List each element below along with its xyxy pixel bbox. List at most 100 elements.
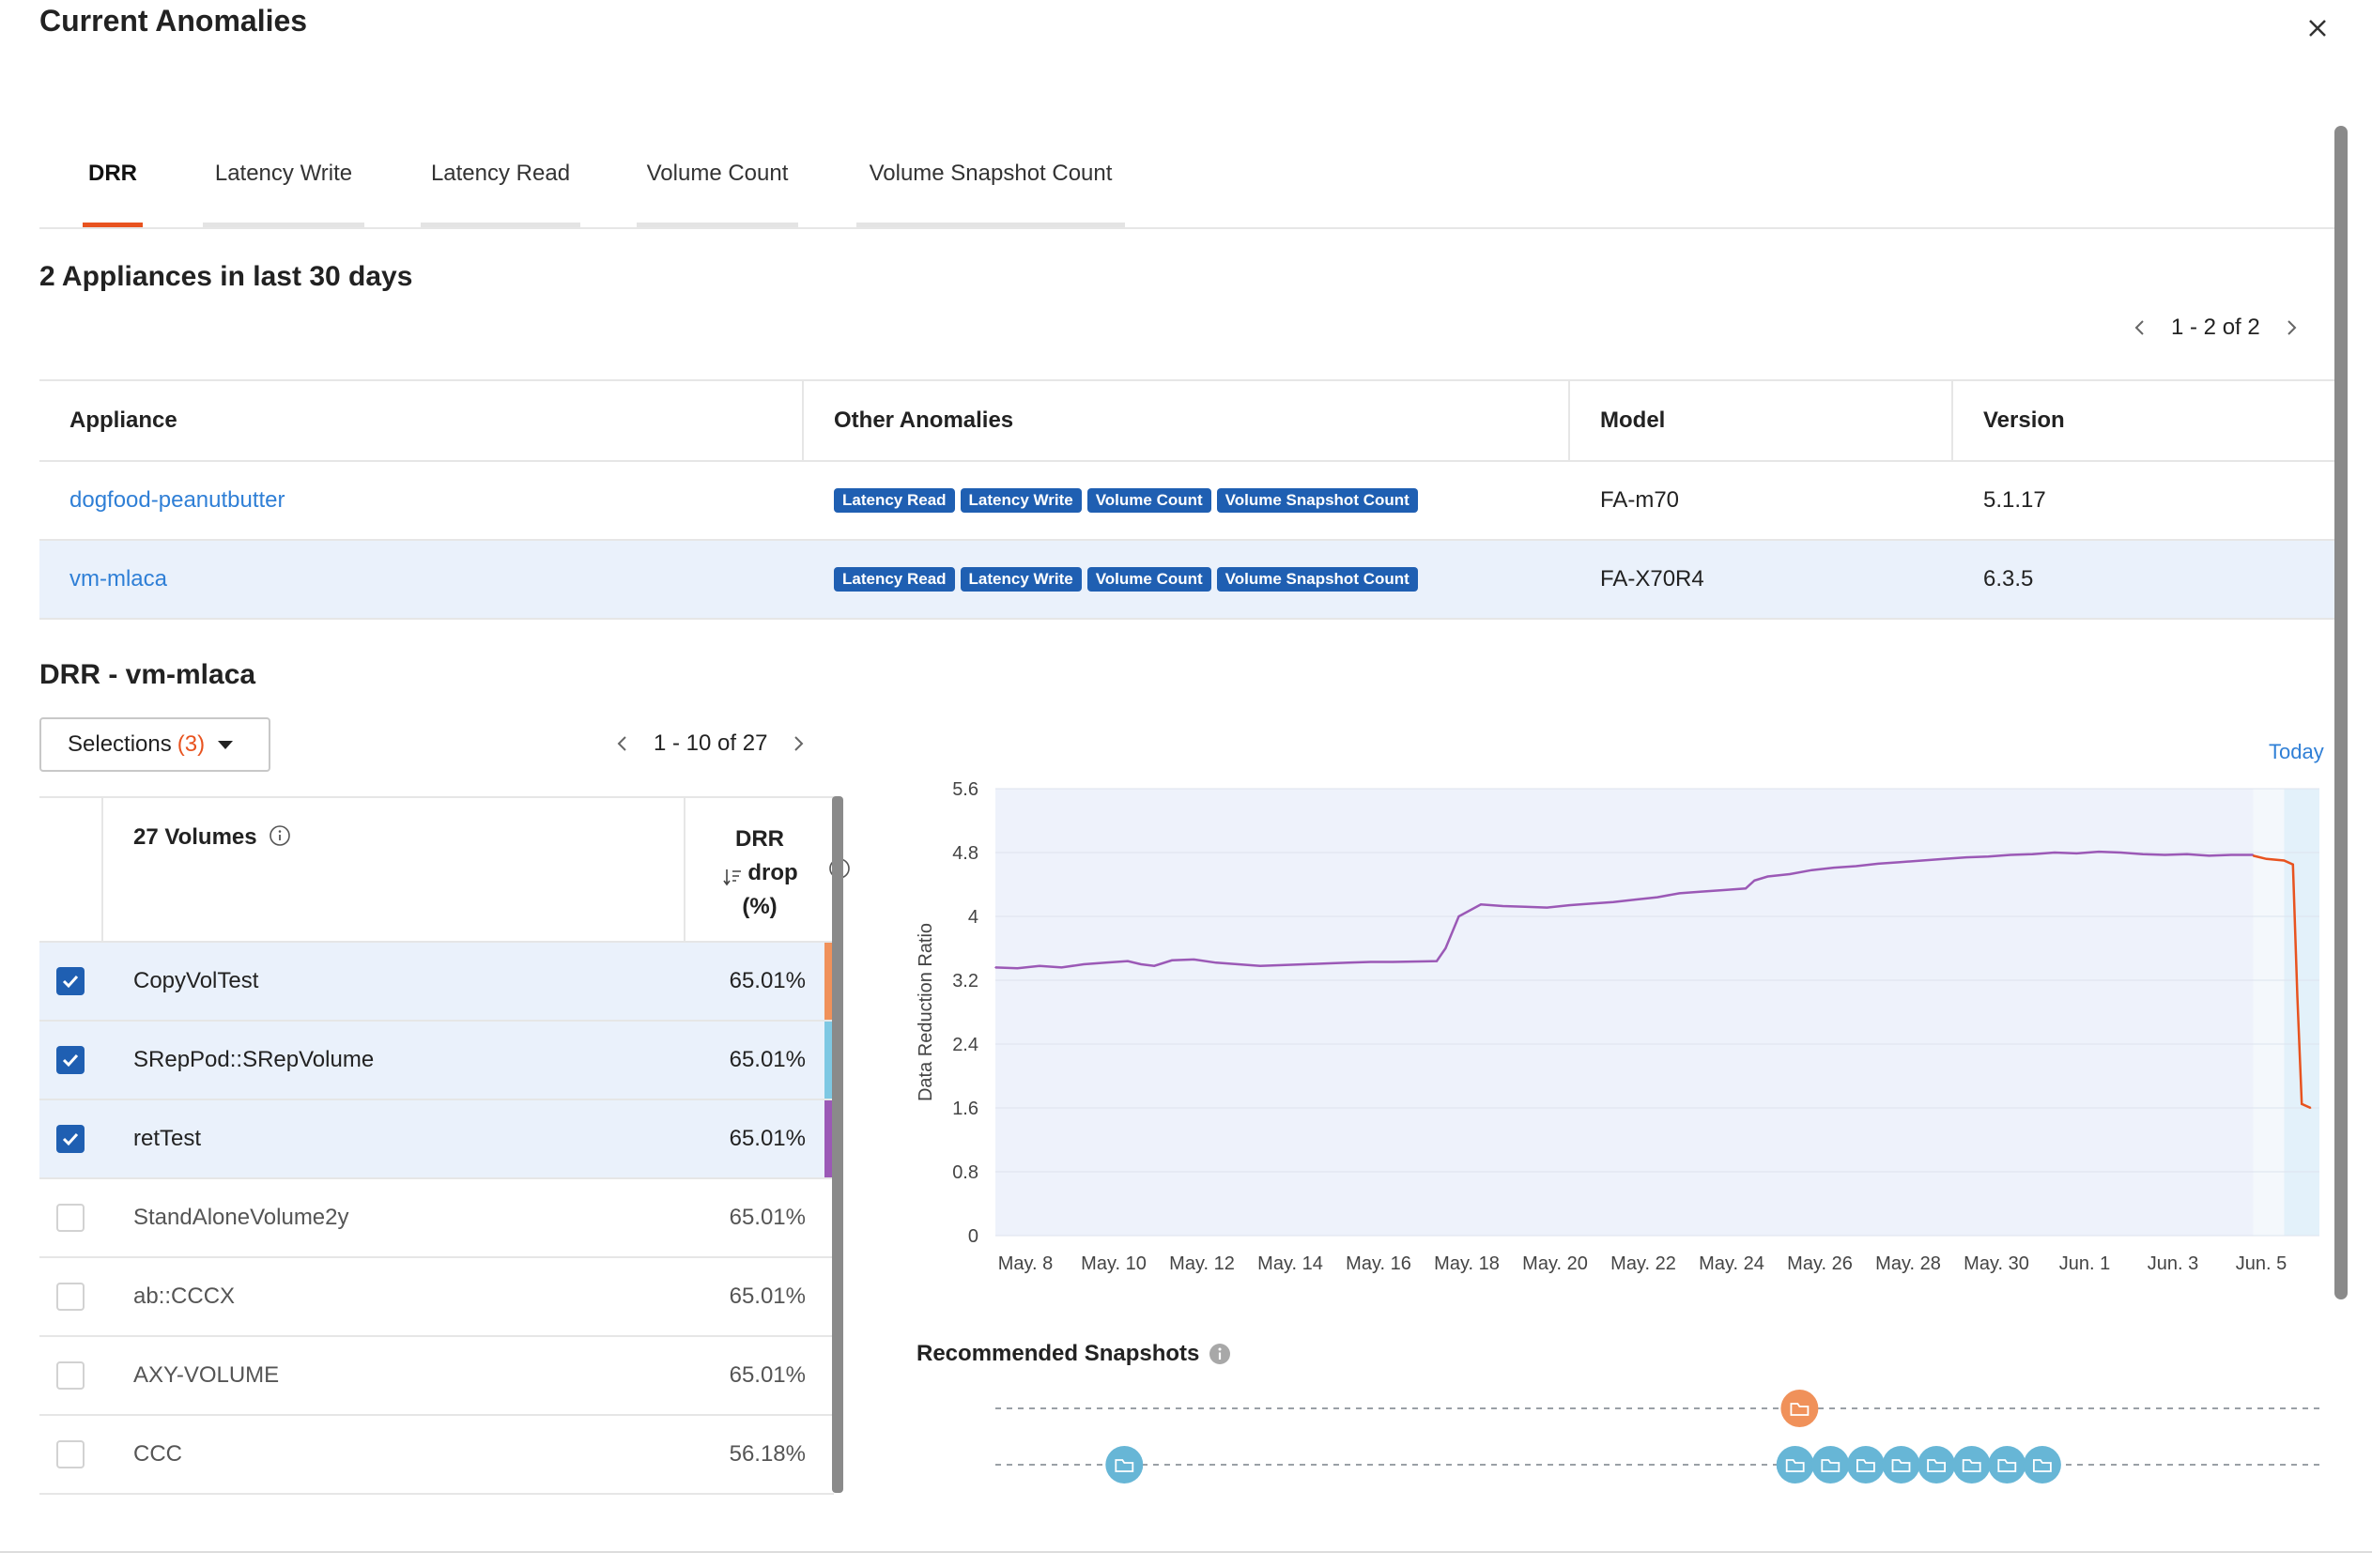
data-point — [2010, 853, 2011, 856]
table-row[interactable]: CopyVolTest 65.01% — [39, 943, 834, 1022]
table-row[interactable]: SRepPod::SRepVolume 65.01% — [39, 1022, 834, 1100]
column-header-appliance: Appliance — [39, 381, 804, 460]
snapshot-marker[interactable] — [2023, 1446, 2061, 1483]
plot-area — [995, 789, 2319, 1236]
tab-volume-snapshot-count[interactable]: Volume Snapshot Count — [856, 141, 1125, 227]
data-point — [2292, 863, 2294, 866]
data-point — [1678, 892, 1681, 895]
snapshot-marker[interactable] — [1105, 1446, 1144, 1483]
data-point — [2098, 851, 2100, 853]
data-point — [2186, 853, 2188, 855]
snapshot-marker[interactable] — [1882, 1446, 1920, 1483]
x-tick-label: Jun. 3 — [2148, 1253, 2198, 1274]
data-point — [1480, 903, 1482, 906]
data-point — [1171, 959, 1173, 961]
data-point — [1127, 960, 1129, 962]
checkbox[interactable] — [56, 1283, 85, 1311]
table-row[interactable]: AXY-VOLUME 65.01% — [39, 1337, 834, 1416]
badge-volume-count[interactable]: Volume Count — [1086, 488, 1211, 513]
checkbox[interactable] — [56, 1125, 85, 1153]
snapshot-marker[interactable] — [1846, 1446, 1885, 1483]
drr-drop-value: 56.18% — [729, 1441, 806, 1467]
volumes-table: 27 Volumes DRR drop (%) CopyVolTest 65.01… — [39, 796, 850, 1495]
table-row[interactable]: retTest 65.01% — [39, 1100, 834, 1179]
drr-drop-column-header[interactable]: DRR drop (%) — [685, 798, 850, 941]
volumes-scrollbar[interactable] — [832, 796, 843, 1493]
table-row-selected[interactable]: vm-mlaca Latency Read Latency Write Volume… — [39, 541, 2334, 620]
badge-latency-read[interactable]: Latency Read — [834, 567, 955, 592]
badge-latency-read[interactable]: Latency Read — [834, 488, 955, 513]
volume-name: ab::CCCX — [133, 1284, 236, 1309]
appliances-pager-text: 1 - 2 of 2 — [2171, 315, 2260, 340]
y-tick-label: 2.4 — [952, 1035, 978, 1055]
info-icon[interactable] — [269, 824, 291, 847]
data-point — [1965, 856, 1967, 858]
tab-latency-write[interactable]: Latency Write — [203, 141, 364, 227]
data-point — [1444, 947, 1447, 949]
badge-latency-write[interactable]: Latency Write — [960, 567, 1082, 592]
badge-latency-write[interactable]: Latency Write — [960, 488, 1082, 513]
data-point — [1590, 902, 1593, 905]
recommended-snapshots-timeline — [995, 1380, 2319, 1493]
badge-volume-count[interactable]: Volume Count — [1086, 567, 1211, 592]
table-row[interactable]: CCC 56.18% — [39, 1416, 834, 1495]
data-point — [1943, 858, 1946, 860]
selections-count: (3) — [177, 731, 206, 757]
volumes-pager-text: 1 - 10 of 27 — [654, 730, 768, 756]
chevron-left-icon[interactable] — [2126, 314, 2154, 342]
checkbox[interactable] — [56, 967, 85, 995]
snapshot-marker[interactable] — [1811, 1446, 1850, 1483]
data-point — [2230, 853, 2232, 856]
volume-name: CCC — [133, 1441, 182, 1467]
x-tick-label: May. 24 — [1699, 1253, 1764, 1274]
checkbox[interactable] — [56, 1046, 85, 1074]
data-point — [2252, 854, 2255, 857]
checkbox[interactable] — [56, 1361, 85, 1390]
table-row[interactable]: dogfood-peanutbutter Latency Read Latency… — [39, 462, 2334, 541]
data-point — [1568, 904, 1570, 906]
drr-chart: 5.6 4.8 4 3.2 2.4 1.6 0.8 0 May. 8 May. 10 May. 12… — [901, 732, 2334, 1286]
badge-volume-snapshot-count[interactable]: Volume Snapshot Count — [1216, 567, 1418, 592]
info-icon[interactable] — [1209, 1343, 1231, 1365]
chevron-right-icon[interactable] — [784, 730, 812, 758]
data-point — [1303, 963, 1305, 965]
appliance-link[interactable]: vm-mlaca — [69, 566, 167, 592]
recommended-snapshots-title: Recommended Snapshots — [916, 1341, 1231, 1367]
column-header-other-anomalies: Other Anomalies — [804, 381, 1570, 460]
snapshot-marker[interactable] — [1780, 1390, 1819, 1427]
data-point — [1656, 896, 1658, 899]
tab-volume-count[interactable]: Volume Count — [637, 141, 798, 227]
badge-volume-snapshot-count[interactable]: Volume Snapshot Count — [1216, 488, 1418, 513]
today-band — [2284, 789, 2319, 1236]
data-point — [2296, 995, 2299, 997]
tab-drr[interactable]: DRR — [83, 141, 143, 227]
checkbox[interactable] — [56, 1204, 85, 1232]
snapshot-marker[interactable] — [1952, 1446, 1991, 1483]
checkbox[interactable] — [56, 1440, 85, 1468]
table-row[interactable]: StandAloneVolume2y 65.01% — [39, 1179, 834, 1258]
appliance-link[interactable]: dogfood-peanutbutter — [69, 487, 285, 514]
selections-dropdown[interactable]: Selections (3) — [39, 717, 270, 772]
data-point — [1701, 890, 1702, 893]
data-point — [1259, 964, 1261, 967]
data-point — [1436, 960, 1438, 962]
snapshot-marker[interactable] — [1988, 1446, 2026, 1483]
data-point — [1215, 961, 1217, 964]
dialog-scrollbar-thumb[interactable] — [2334, 126, 2348, 1299]
snapshot-marker[interactable] — [1776, 1446, 1814, 1483]
table-row[interactable]: ab::CCCX 65.01% — [39, 1258, 834, 1337]
sort-descending-icon[interactable] — [721, 864, 744, 885]
snapshot-marker[interactable] — [1918, 1446, 1956, 1483]
volumes-column-header: 27 Volumes — [103, 798, 685, 941]
volume-name: CopyVolTest — [133, 968, 259, 993]
x-tick-label: Jun. 1 — [2059, 1253, 2110, 1274]
close-icon[interactable] — [2301, 11, 2334, 45]
dialog-scrollbar[interactable] — [2334, 126, 2348, 1299]
y-tick-label: 4.8 — [952, 843, 978, 864]
chevron-right-icon[interactable] — [2277, 314, 2305, 342]
tab-latency-read[interactable]: Latency Read — [421, 141, 580, 227]
drr-header-line1: DRR — [735, 826, 784, 852]
data-point — [1016, 967, 1019, 970]
data-point — [2265, 858, 2268, 860]
chevron-left-icon[interactable] — [608, 730, 637, 758]
